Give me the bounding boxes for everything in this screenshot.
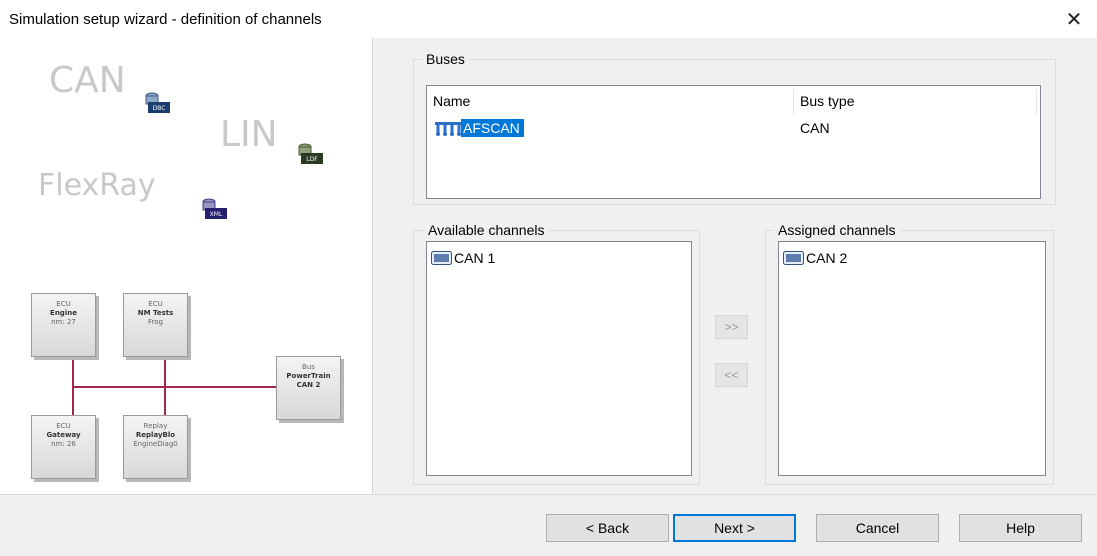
help-button[interactable]: Help xyxy=(959,514,1082,542)
bus-powertrain: Bus PowerTrain CAN 2 xyxy=(276,356,341,420)
channel-icon xyxy=(431,251,452,265)
cancel-button[interactable]: Cancel xyxy=(816,514,939,542)
list-item[interactable]: CAN 1 xyxy=(431,250,495,266)
can-label: CAN xyxy=(49,60,126,101)
flexray-label: FlexRay xyxy=(38,168,156,203)
illustration-panel: CAN DBC LIN LDF FlexRay XML ECU Engine n… xyxy=(0,38,373,495)
close-button[interactable]: ✕ xyxy=(1051,0,1097,38)
ecu-nm-tests: ECU NM Tests Frog xyxy=(123,293,188,357)
buses-group: Buses Name Bus type AFSCAN CAN xyxy=(413,51,1056,205)
unassign-channel-button[interactable]: << xyxy=(715,363,748,387)
channel-icon xyxy=(783,251,804,265)
column-header-name[interactable]: Name xyxy=(427,86,794,116)
database-icon-xml: XML xyxy=(202,198,227,219)
ecu-engine: ECU Engine nm: 27 xyxy=(31,293,96,357)
column-header-bus-type[interactable]: Bus type xyxy=(794,86,1034,116)
svg-text:DBC: DBC xyxy=(153,105,166,112)
bus-network-icon xyxy=(435,122,462,136)
window-title: Simulation setup wizard - definition of … xyxy=(9,11,322,28)
assigned-channels-list[interactable]: CAN 2 xyxy=(778,241,1046,476)
available-channels-group: Available channels CAN 1 xyxy=(413,222,700,485)
available-channels-legend: Available channels xyxy=(424,222,549,238)
wire-bus-line xyxy=(72,386,276,388)
ecu-gateway: ECU Gateway nm: 26 xyxy=(31,415,96,479)
buses-list[interactable]: Name Bus type AFSCAN CAN xyxy=(426,85,1041,199)
bus-name-cell: AFSCAN xyxy=(461,119,524,137)
svg-text:LDF: LDF xyxy=(306,156,318,163)
back-button[interactable]: < Back xyxy=(546,514,669,542)
database-icon-dbc: DBC xyxy=(145,92,170,113)
svg-text:XML: XML xyxy=(210,211,223,218)
close-icon: ✕ xyxy=(1065,8,1083,31)
database-icon-ldf: LDF xyxy=(298,143,323,164)
list-item[interactable]: CAN 2 xyxy=(783,250,847,266)
assign-channel-button[interactable]: >> xyxy=(715,315,748,339)
panel-separator xyxy=(372,38,373,495)
next-button[interactable]: Next > xyxy=(673,514,796,542)
footer-separator xyxy=(0,494,1097,495)
bus-type-cell: CAN xyxy=(800,120,830,136)
replay-block: Replay ReplayBlo EngineDiag0 xyxy=(123,415,188,479)
lin-label: LIN xyxy=(220,114,278,155)
available-channels-list[interactable]: CAN 1 xyxy=(426,241,692,476)
buses-legend: Buses xyxy=(422,51,469,67)
title-bar: Simulation setup wizard - definition of … xyxy=(0,0,1097,38)
assigned-channels-legend: Assigned channels xyxy=(774,222,900,238)
assigned-channels-group: Assigned channels CAN 2 xyxy=(765,222,1054,485)
